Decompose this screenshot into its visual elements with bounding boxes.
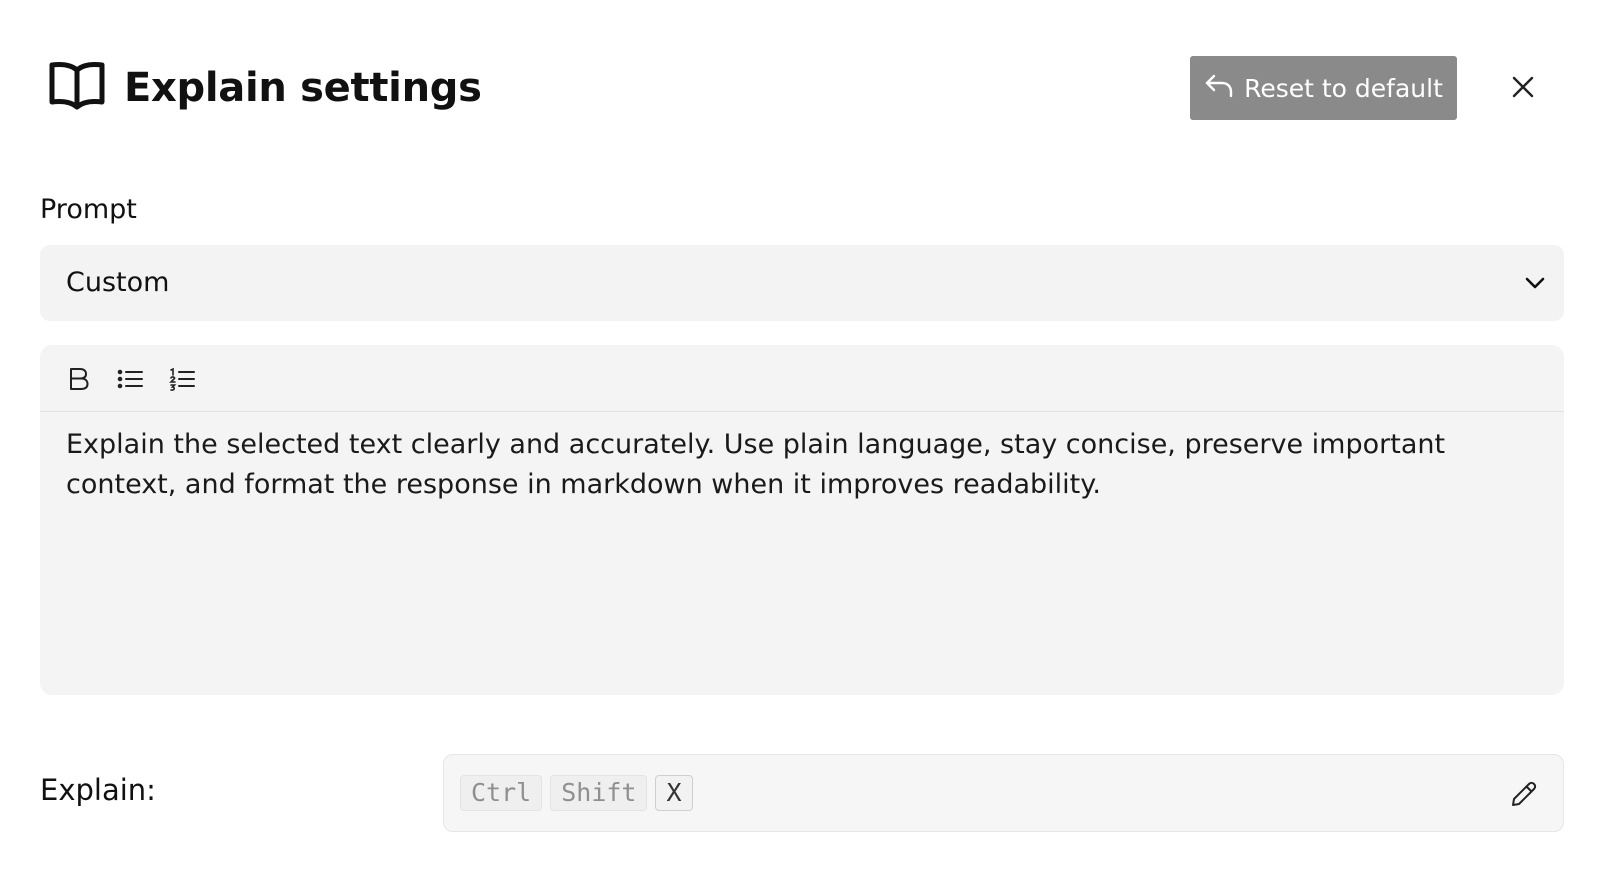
shortcut-keys: Ctrl Shift X (460, 775, 693, 811)
undo-arrow-icon (1204, 72, 1234, 104)
chevron-down-icon (1524, 272, 1546, 294)
reset-to-default-button[interactable]: Reset to default (1190, 56, 1457, 120)
page-title: Explain settings (124, 65, 482, 111)
prompt-select[interactable]: Custom (40, 245, 1564, 321)
numbered-list-icon[interactable] (168, 365, 196, 393)
editor-toolbar (40, 345, 1564, 412)
prompt-select-value: Custom (66, 267, 170, 298)
key-shift: Shift (550, 775, 648, 811)
explain-settings-dialog: Explain settings Reset to default Prompt… (0, 0, 1600, 882)
pencil-icon[interactable] (1509, 779, 1539, 809)
shortcut-label: Explain: (40, 773, 156, 807)
prompt-label: Prompt (40, 194, 137, 225)
prompt-text-area[interactable]: Explain the selected text clearly and ac… (66, 425, 1536, 505)
bullet-list-icon[interactable] (116, 365, 144, 393)
book-open-icon (48, 60, 106, 112)
prompt-editor: Explain the selected text clearly and ac… (40, 345, 1564, 695)
key-ctrl: Ctrl (460, 775, 543, 811)
shortcut-field[interactable]: Ctrl Shift X (443, 754, 1564, 832)
key-x: X (655, 775, 693, 811)
reset-button-label: Reset to default (1244, 73, 1443, 103)
bold-icon[interactable] (64, 365, 92, 393)
close-icon[interactable] (1510, 74, 1536, 100)
